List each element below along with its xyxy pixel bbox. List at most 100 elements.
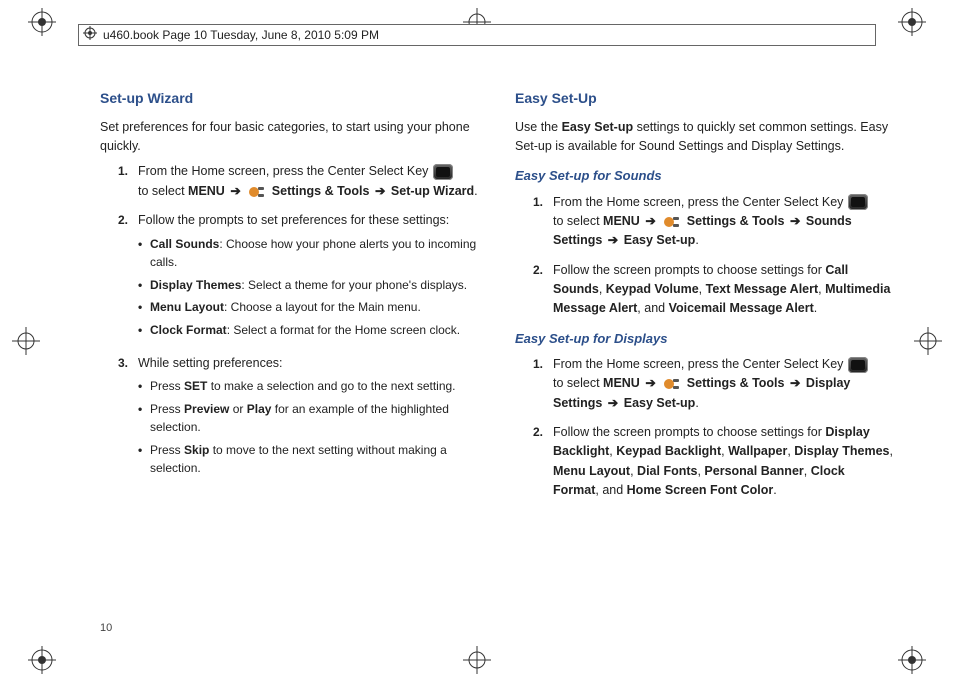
arrow-icon: ➔ [606, 233, 620, 247]
text: Settings & Tools [272, 184, 373, 198]
center-select-key-icon [848, 194, 868, 210]
text: Press [150, 379, 184, 393]
label: Keypad Backlight [616, 444, 721, 458]
text: : Choose a layout for the Main menu. [224, 300, 421, 314]
text: From the Home screen, press the Center S… [553, 357, 847, 371]
text: While setting preferences: [138, 356, 283, 370]
registration-icon [83, 26, 97, 45]
text: or [229, 402, 246, 416]
text: . [814, 301, 817, 315]
step-number: 3. [100, 354, 138, 482]
label: Text Message Alert [706, 282, 819, 296]
text: , [699, 282, 706, 296]
text: Use the [515, 120, 562, 134]
center-select-key-icon [848, 357, 868, 373]
crop-mark-icon [12, 327, 40, 355]
text: to select [553, 376, 603, 390]
text: : Select a format for the Home screen cl… [227, 323, 460, 337]
menu-label: MENU [603, 376, 640, 390]
label: Personal Banner [704, 464, 803, 478]
text: to make a selection and go to the next s… [207, 379, 455, 393]
menu-label: MENU [603, 214, 640, 228]
step-number: 1. [515, 193, 553, 251]
right-column: Easy Set-Up Use the Easy Set-up settings… [515, 88, 894, 614]
step-number: 1. [100, 162, 138, 201]
settings-tools-icon [663, 215, 681, 229]
menu-label: MENU [188, 184, 225, 198]
page-number: 10 [100, 622, 112, 634]
steps-list: 1. From the Home screen, press the Cente… [515, 193, 894, 319]
arrow-icon: ➔ [606, 396, 620, 410]
list-item: Display Themes: Select a theme for your … [138, 276, 479, 295]
center-select-key-icon [433, 164, 453, 180]
arrow-icon: ➔ [788, 214, 802, 228]
label: Dial Fonts [637, 464, 697, 478]
arrow-icon: ➔ [643, 214, 657, 228]
step-body: From the Home screen, press the Center S… [553, 355, 894, 413]
step-number: 2. [100, 211, 138, 343]
step-item: 3. While setting preferences: Press SET … [100, 354, 479, 482]
list-item: Press SET to make a selection and go to … [138, 377, 479, 396]
label: Preview [184, 402, 229, 416]
steps-list: 1. From the Home screen, press the Cente… [100, 162, 479, 481]
label: Display Themes [794, 444, 889, 458]
text: Press [150, 402, 184, 416]
intro-text: Use the Easy Set-up settings to quickly … [515, 118, 894, 157]
subsection-title: Easy Set-up for Displays [515, 329, 894, 349]
step-number: 1. [515, 355, 553, 413]
label: Play [247, 402, 272, 416]
text: Press [150, 443, 184, 457]
text: Easy Set-up [624, 396, 696, 410]
label: Easy Set-up [562, 120, 634, 134]
text: Follow the prompts to set preferences fo… [138, 213, 449, 227]
label: Keypad Volume [606, 282, 699, 296]
crop-mark-icon [914, 327, 942, 355]
crop-mark-icon [898, 646, 926, 674]
text: , [889, 444, 892, 458]
label: Menu Layout [150, 300, 224, 314]
section-title: Set-up Wizard [100, 88, 479, 110]
step-item: 2. Follow the screen prompts to choose s… [515, 423, 894, 501]
list-item: Call Sounds: Choose how your phone alert… [138, 235, 479, 272]
text: , [599, 282, 606, 296]
step-item: 1. From the Home screen, press the Cente… [515, 355, 894, 413]
page-content: Set-up Wizard Set preferences for four b… [100, 88, 894, 614]
text: Follow the screen prompts to choose sett… [553, 263, 825, 277]
arrow-icon: ➔ [643, 376, 657, 390]
list-item: Menu Layout: Choose a layout for the Mai… [138, 298, 479, 317]
text: From the Home screen, press the Center S… [138, 164, 432, 178]
step-item: 2. Follow the screen prompts to choose s… [515, 261, 894, 319]
text: Settings & Tools [687, 376, 788, 390]
label: Display Themes [150, 278, 241, 292]
list-item: Press Skip to move to the next setting w… [138, 441, 479, 478]
text: : Select a theme for your phone's displa… [241, 278, 467, 292]
left-column: Set-up Wizard Set preferences for four b… [100, 88, 479, 614]
step-body: Follow the prompts to set preferences fo… [138, 211, 479, 343]
crop-mark-icon [898, 8, 926, 36]
text: . [773, 483, 776, 497]
label: Skip [184, 443, 209, 457]
label: Clock Format [150, 323, 227, 337]
label: Call Sounds [150, 237, 219, 251]
label: SET [184, 379, 207, 393]
step-number: 2. [515, 261, 553, 319]
crop-mark-icon [28, 8, 56, 36]
settings-tools-icon [663, 377, 681, 391]
page-header-bar: u460.book Page 10 Tuesday, June 8, 2010 … [78, 24, 876, 46]
step-item: 2. Follow the prompts to set preferences… [100, 211, 479, 343]
step-item: 1. From the Home screen, press the Cente… [100, 162, 479, 201]
label: Wallpaper [728, 444, 787, 458]
text: Follow the screen prompts to choose sett… [553, 425, 825, 439]
step-body: From the Home screen, press the Center S… [138, 162, 479, 201]
header-text: u460.book Page 10 Tuesday, June 8, 2010 … [103, 28, 379, 42]
text: From the Home screen, press the Center S… [553, 195, 847, 209]
step-body: While setting preferences: Press SET to … [138, 354, 479, 482]
crop-mark-icon [28, 646, 56, 674]
step-number: 2. [515, 423, 553, 501]
text: Settings & Tools [687, 214, 788, 228]
bullet-list: Press SET to make a selection and go to … [138, 377, 479, 478]
subsection-title: Easy Set-up for Sounds [515, 166, 894, 186]
settings-tools-icon [248, 185, 266, 199]
text: , [804, 464, 811, 478]
text: , [630, 464, 637, 478]
